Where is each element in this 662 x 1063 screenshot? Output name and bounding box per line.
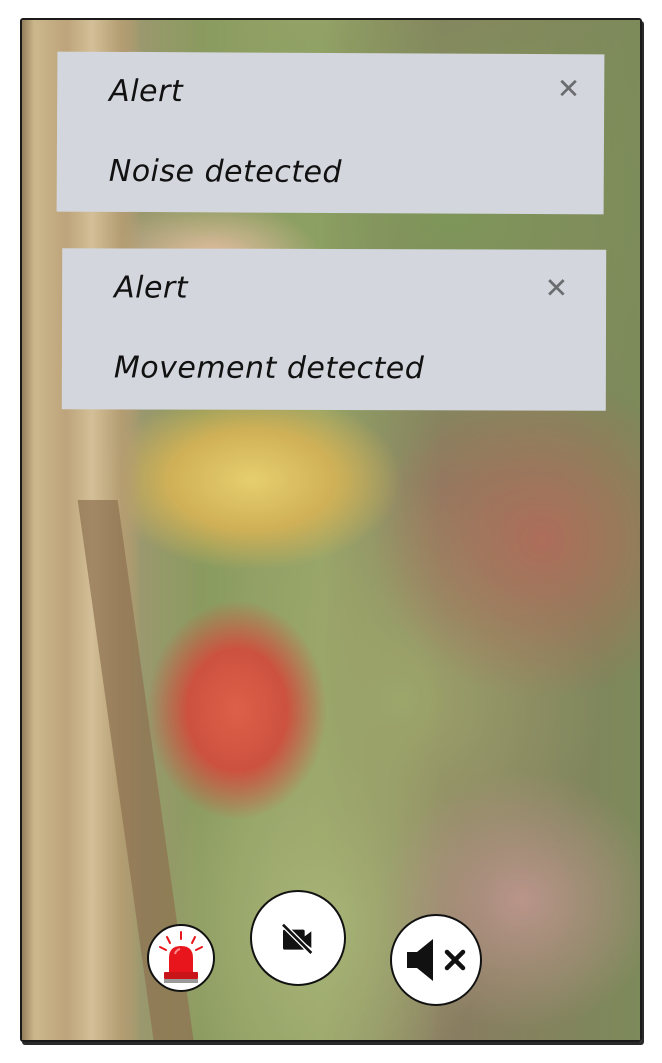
video-toggle-button[interactable]	[250, 890, 346, 986]
close-icon[interactable]: ✕	[545, 272, 569, 305]
video-off-icon	[281, 922, 314, 955]
sound-toggle-button[interactable]	[390, 914, 482, 1006]
siren-icon	[159, 931, 203, 983]
alert-noise: Alert Noise detected ✕	[56, 51, 605, 215]
alert-title: Alert	[109, 73, 184, 110]
volume-mute-icon	[407, 939, 466, 981]
siren-button[interactable]	[147, 924, 215, 992]
alert-title: Alert	[114, 270, 189, 306]
alert-movement: Alert Movement detected ✕	[61, 248, 607, 411]
close-icon[interactable]: ✕	[557, 72, 581, 105]
alert-message: Noise detected	[108, 153, 343, 191]
alert-message: Movement detected	[113, 350, 425, 387]
